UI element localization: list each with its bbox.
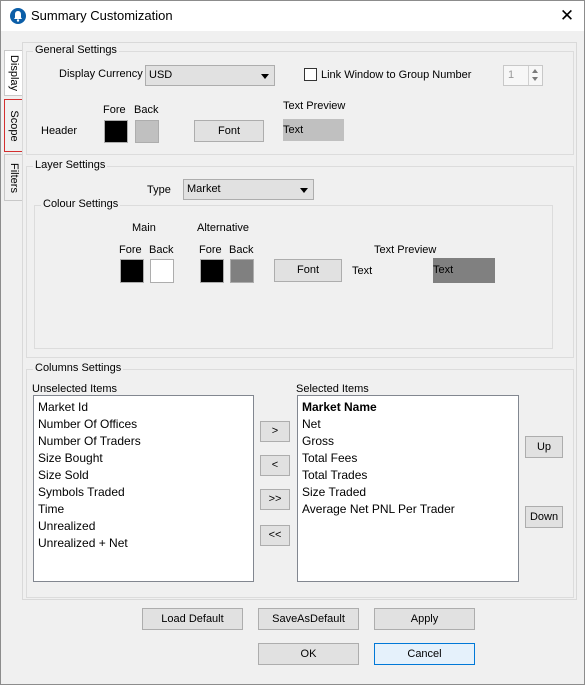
spin-down-icon[interactable]: [532, 77, 538, 81]
apply-label: Apply: [410, 613, 439, 625]
header-font-button-label: Font: [217, 125, 240, 137]
main-back-swatch[interactable]: [150, 259, 174, 283]
list-item[interactable]: Size Bought: [38, 451, 103, 465]
display-currency-value: USD: [149, 69, 173, 81]
alt-fore-swatch[interactable]: [200, 259, 224, 283]
alt-back-label: Back: [229, 244, 254, 256]
save-as-default-button[interactable]: SaveAsDefault: [258, 608, 359, 630]
move-right-button[interactable]: >: [260, 421, 290, 442]
main-label: Main: [132, 222, 156, 234]
save-as-default-label: SaveAsDefault: [272, 613, 345, 625]
window-title: Summary Customization: [31, 8, 173, 23]
load-default-label: Load Default: [161, 613, 224, 625]
list-item[interactable]: Symbols Traded: [38, 485, 125, 499]
app-icon: [10, 8, 26, 24]
header-text-preview: Text: [283, 119, 344, 141]
layer-text-preview: Text: [433, 258, 495, 283]
list-item[interactable]: Net: [302, 417, 321, 431]
ok-label: OK: [300, 648, 317, 660]
main-back-label: Back: [149, 244, 174, 256]
close-icon[interactable]: ✕: [554, 6, 580, 26]
list-item[interactable]: Size Traded: [302, 485, 366, 499]
alt-back-swatch[interactable]: [230, 259, 254, 283]
layer-settings-title: Layer Settings: [33, 159, 108, 171]
list-item[interactable]: Number Of Offices: [38, 417, 137, 431]
list-item[interactable]: Average Net PNL Per Trader: [302, 502, 455, 516]
display-panel: General Settings Display Currency USD Li…: [22, 42, 577, 600]
general-settings-title: General Settings: [33, 44, 119, 56]
tab-display[interactable]: Display: [4, 50, 23, 96]
display-currency-label: Display Currency: [59, 68, 143, 80]
header-font-button[interactable]: Font: [194, 120, 264, 142]
cancel-label: Cancel: [407, 648, 442, 660]
header-fore-swatch[interactable]: [104, 120, 128, 143]
columns-settings-title: Columns Settings: [33, 362, 124, 374]
alternative-label: Alternative: [197, 222, 249, 234]
ok-button[interactable]: OK: [258, 643, 359, 665]
layer-type-select[interactable]: Market: [183, 179, 314, 200]
list-item[interactable]: Total Trades: [302, 468, 367, 482]
load-default-button[interactable]: Load Default: [142, 608, 243, 630]
spinner-buttons[interactable]: [528, 66, 542, 85]
move-all-right-button[interactable]: >>: [260, 489, 290, 510]
move-down-button[interactable]: Down: [525, 506, 563, 528]
move-up-label: Up: [536, 441, 552, 453]
chevron-down-icon: [300, 188, 308, 193]
display-currency-select[interactable]: USD: [145, 65, 275, 86]
move-down-label: Down: [529, 511, 559, 523]
group-number-value: 1: [508, 69, 515, 81]
move-all-left-button[interactable]: <<: [260, 525, 290, 546]
main-fore-label: Fore: [119, 244, 142, 256]
tab-filters-label: Filters: [7, 162, 20, 193]
list-item[interactable]: Market Name: [302, 400, 377, 414]
colour-settings-title: Colour Settings: [41, 198, 121, 210]
tab-scope-label: Scope: [7, 109, 20, 142]
link-window-checkbox[interactable]: [304, 68, 317, 81]
chevron-down-icon: [261, 74, 269, 79]
tab-display-label: Display: [8, 54, 20, 92]
cancel-button[interactable]: Cancel: [374, 643, 475, 665]
selected-items-list[interactable]: Market Name Net Gross Total Fees Total T…: [297, 395, 519, 582]
header-back-swatch[interactable]: [135, 120, 159, 143]
list-item[interactable]: Number Of Traders: [38, 434, 141, 448]
move-all-right-label: >>: [268, 493, 282, 505]
list-item[interactable]: Unrealized + Net: [38, 536, 128, 550]
header-back-label: Back: [134, 104, 159, 116]
unselected-items-list[interactable]: Market Id Number Of Offices Number Of Tr…: [33, 395, 254, 582]
type-label: Type: [147, 184, 171, 196]
unselected-items-label: Unselected Items: [32, 383, 117, 395]
header-text-preview-sample: Text: [283, 124, 304, 136]
move-right-label: >: [271, 425, 279, 437]
header-fore-label: Fore: [103, 104, 126, 116]
alt-fore-label: Fore: [199, 244, 222, 256]
list-item[interactable]: Total Fees: [302, 451, 357, 465]
general-text-preview-label: Text Preview: [283, 100, 346, 112]
layer-text-label: Text: [352, 265, 373, 277]
move-up-button[interactable]: Up: [525, 436, 563, 458]
move-all-left-label: <<: [268, 529, 282, 541]
main-fore-swatch[interactable]: [120, 259, 144, 283]
layer-type-value: Market: [187, 183, 221, 195]
link-window-label: Link Window to Group Number: [321, 69, 472, 81]
move-left-label: <: [271, 459, 279, 471]
title-bar: Summary Customization ✕: [1, 1, 584, 31]
move-left-button[interactable]: <: [260, 455, 290, 476]
spin-up-icon[interactable]: [532, 69, 538, 73]
list-item[interactable]: Unrealized: [38, 519, 95, 533]
layer-font-button[interactable]: Font: [274, 259, 342, 282]
list-item[interactable]: Market Id: [38, 400, 88, 414]
tab-scope[interactable]: Scope: [4, 99, 23, 152]
apply-button[interactable]: Apply: [374, 608, 475, 630]
selected-items-label: Selected Items: [296, 383, 369, 395]
header-label: Header: [41, 125, 78, 137]
group-number-spinner[interactable]: 1: [503, 65, 543, 86]
tab-filters[interactable]: Filters: [4, 154, 23, 201]
layer-font-button-label: Font: [296, 264, 319, 276]
list-item[interactable]: Time: [38, 502, 64, 516]
layer-text-preview-label: Text Preview: [374, 244, 437, 256]
list-item[interactable]: Size Sold: [38, 468, 89, 482]
list-item[interactable]: Gross: [302, 434, 334, 448]
layer-text-preview-sample: Text: [433, 264, 454, 276]
